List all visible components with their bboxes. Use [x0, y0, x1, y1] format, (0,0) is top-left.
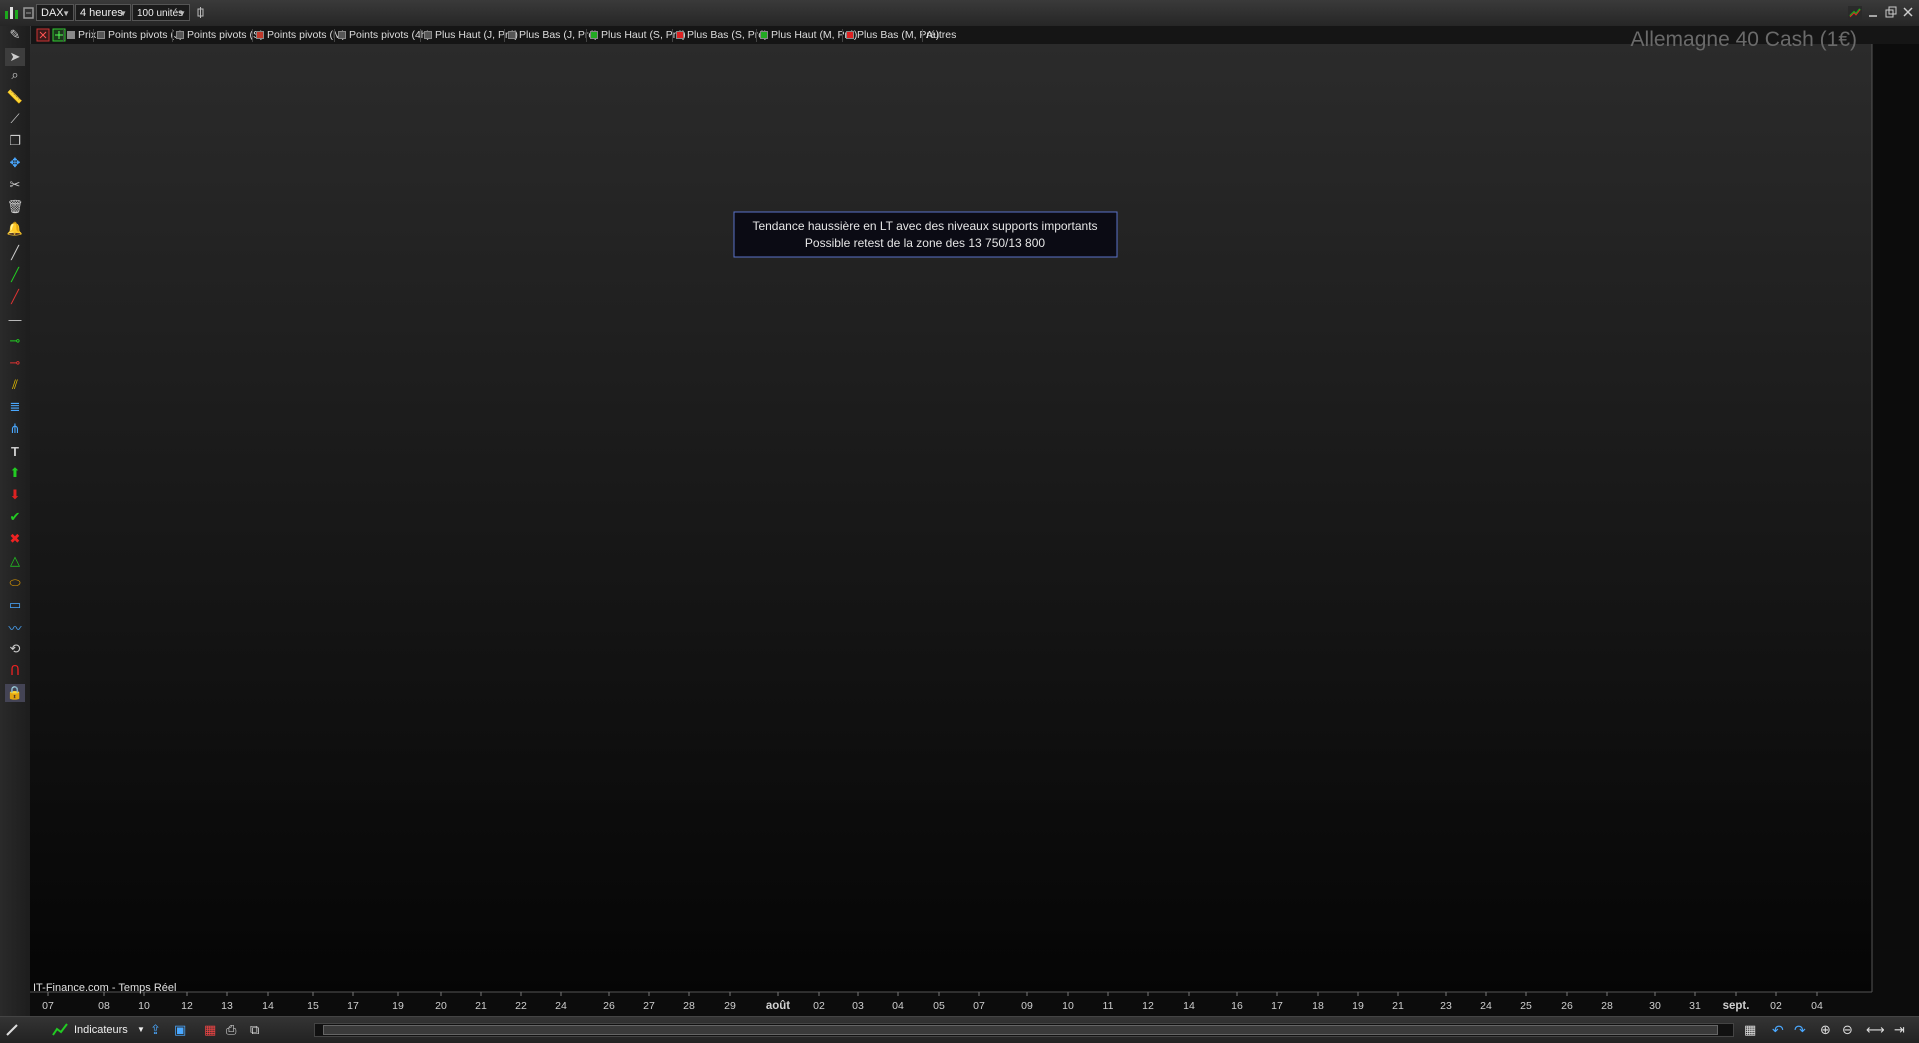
x-tick-label: 05	[933, 1000, 945, 1012]
x-tick-label: 19	[1352, 1000, 1364, 1012]
x-tick-label: 21	[1392, 1000, 1404, 1012]
print-icon[interactable]: ⎙	[226, 1022, 242, 1038]
x-tick-label: 14	[1183, 1000, 1195, 1012]
x-tick-label: 29	[724, 1000, 736, 1012]
x-tick-label: 07	[42, 1000, 54, 1012]
x-tick-label: 02	[1770, 1000, 1782, 1012]
x-tick-label: 07	[973, 1000, 985, 1012]
calendar-icon[interactable]: ▦	[1744, 1022, 1760, 1038]
data-source-label: IT-Finance.com - Temps Réel	[33, 982, 176, 994]
x-tick-label: 31	[1689, 1000, 1701, 1012]
x-tick-label: 27	[643, 1000, 655, 1012]
right-axis-panel	[1872, 44, 1919, 992]
x-tick-label: 26	[1561, 1000, 1573, 1012]
x-tick-label: 25	[1520, 1000, 1532, 1012]
price-chart[interactable]: R2 MR1 MPiv MS1 MR3 SR2 SR1 SPiv SS1 SS2…	[0, 0, 1919, 1042]
x-tick-label: 17	[347, 1000, 359, 1012]
go-latest-icon[interactable]: ⇥	[1894, 1022, 1910, 1038]
x-tick-label: 12	[1142, 1000, 1154, 1012]
x-tick-label: 10	[1062, 1000, 1074, 1012]
window-icon[interactable]: ▣	[174, 1022, 190, 1038]
x-tick-label: 03	[852, 1000, 864, 1012]
x-tick-label: 12	[181, 1000, 193, 1012]
plot-background	[30, 44, 1872, 992]
x-tick-label: 30	[1649, 1000, 1661, 1012]
x-tick-label: 13	[221, 1000, 233, 1012]
x-tick-label: 23	[1440, 1000, 1452, 1012]
x-tick-label: 22	[515, 1000, 527, 1012]
annotation-line-1: Tendance haussière en LT avec des niveau…	[752, 219, 1097, 233]
x-tick-label: 17	[1271, 1000, 1283, 1012]
table-icon[interactable]: ▦	[204, 1022, 220, 1038]
chart-title: Allemagne 40 Cash (1€)	[1631, 28, 1857, 51]
x-tick-label: 24	[555, 1000, 567, 1012]
bottom-toolbar: Indicateurs ▼ ⇪ ▣ ▦ ⎙ ⧉ ▦ ↶ ↷ ⊕ ⊖ ⟷ ⇥	[0, 1016, 1919, 1043]
x-tick-label: 11	[1103, 1000, 1114, 1012]
x-tick-label: 09	[1021, 1000, 1033, 1012]
annotation-textbox[interactable]: Tendance haussière en LT avec des niveau…	[733, 211, 1118, 258]
edit-icon[interactable]	[4, 1022, 20, 1038]
x-tick-label: 28	[683, 1000, 695, 1012]
indicators-dropdown-icon[interactable]: ▼	[137, 1022, 145, 1038]
horizontal-scrollbar[interactable]	[314, 1023, 1734, 1037]
x-tick-label: 02	[813, 1000, 825, 1012]
x-tick-label: sept.	[1723, 1000, 1750, 1012]
x-tick-label: 08	[98, 1000, 110, 1012]
x-tick-label: 20	[435, 1000, 447, 1012]
indicators-icon[interactable]	[52, 1022, 68, 1038]
x-tick-label: 04	[1811, 1000, 1823, 1012]
x-tick-label: 26	[603, 1000, 615, 1012]
fit-icon[interactable]: ⟷	[1866, 1022, 1885, 1038]
x-tick-label: 24	[1480, 1000, 1492, 1012]
x-tick-label: 14	[262, 1000, 274, 1012]
compare-icon[interactable]: ⧉	[250, 1022, 266, 1038]
zoom-out-icon[interactable]: ⊖	[1842, 1022, 1858, 1038]
indicators-button[interactable]: Indicateurs	[74, 1022, 128, 1038]
x-tick-label: 15	[307, 1000, 319, 1012]
zoom-in-icon[interactable]: ⊕	[1820, 1022, 1836, 1038]
x-tick-label: 16	[1231, 1000, 1243, 1012]
x-tick-label: 21	[475, 1000, 487, 1012]
annotation-line-2: Possible retest de la zone des 13 750/13…	[805, 236, 1045, 250]
x-tick-label: 28	[1601, 1000, 1613, 1012]
x-tick-label: août	[766, 1000, 790, 1012]
x-tick-label: 10	[138, 1000, 150, 1012]
undo-icon[interactable]: ↶	[1772, 1022, 1788, 1038]
redo-icon[interactable]: ↷	[1794, 1022, 1810, 1038]
share-icon[interactable]: ⇪	[150, 1022, 166, 1038]
x-tick-label: 18	[1312, 1000, 1324, 1012]
scrollbar-thumb[interactable]	[323, 1025, 1718, 1035]
x-tick-label: 04	[892, 1000, 904, 1012]
x-tick-label: 19	[392, 1000, 404, 1012]
